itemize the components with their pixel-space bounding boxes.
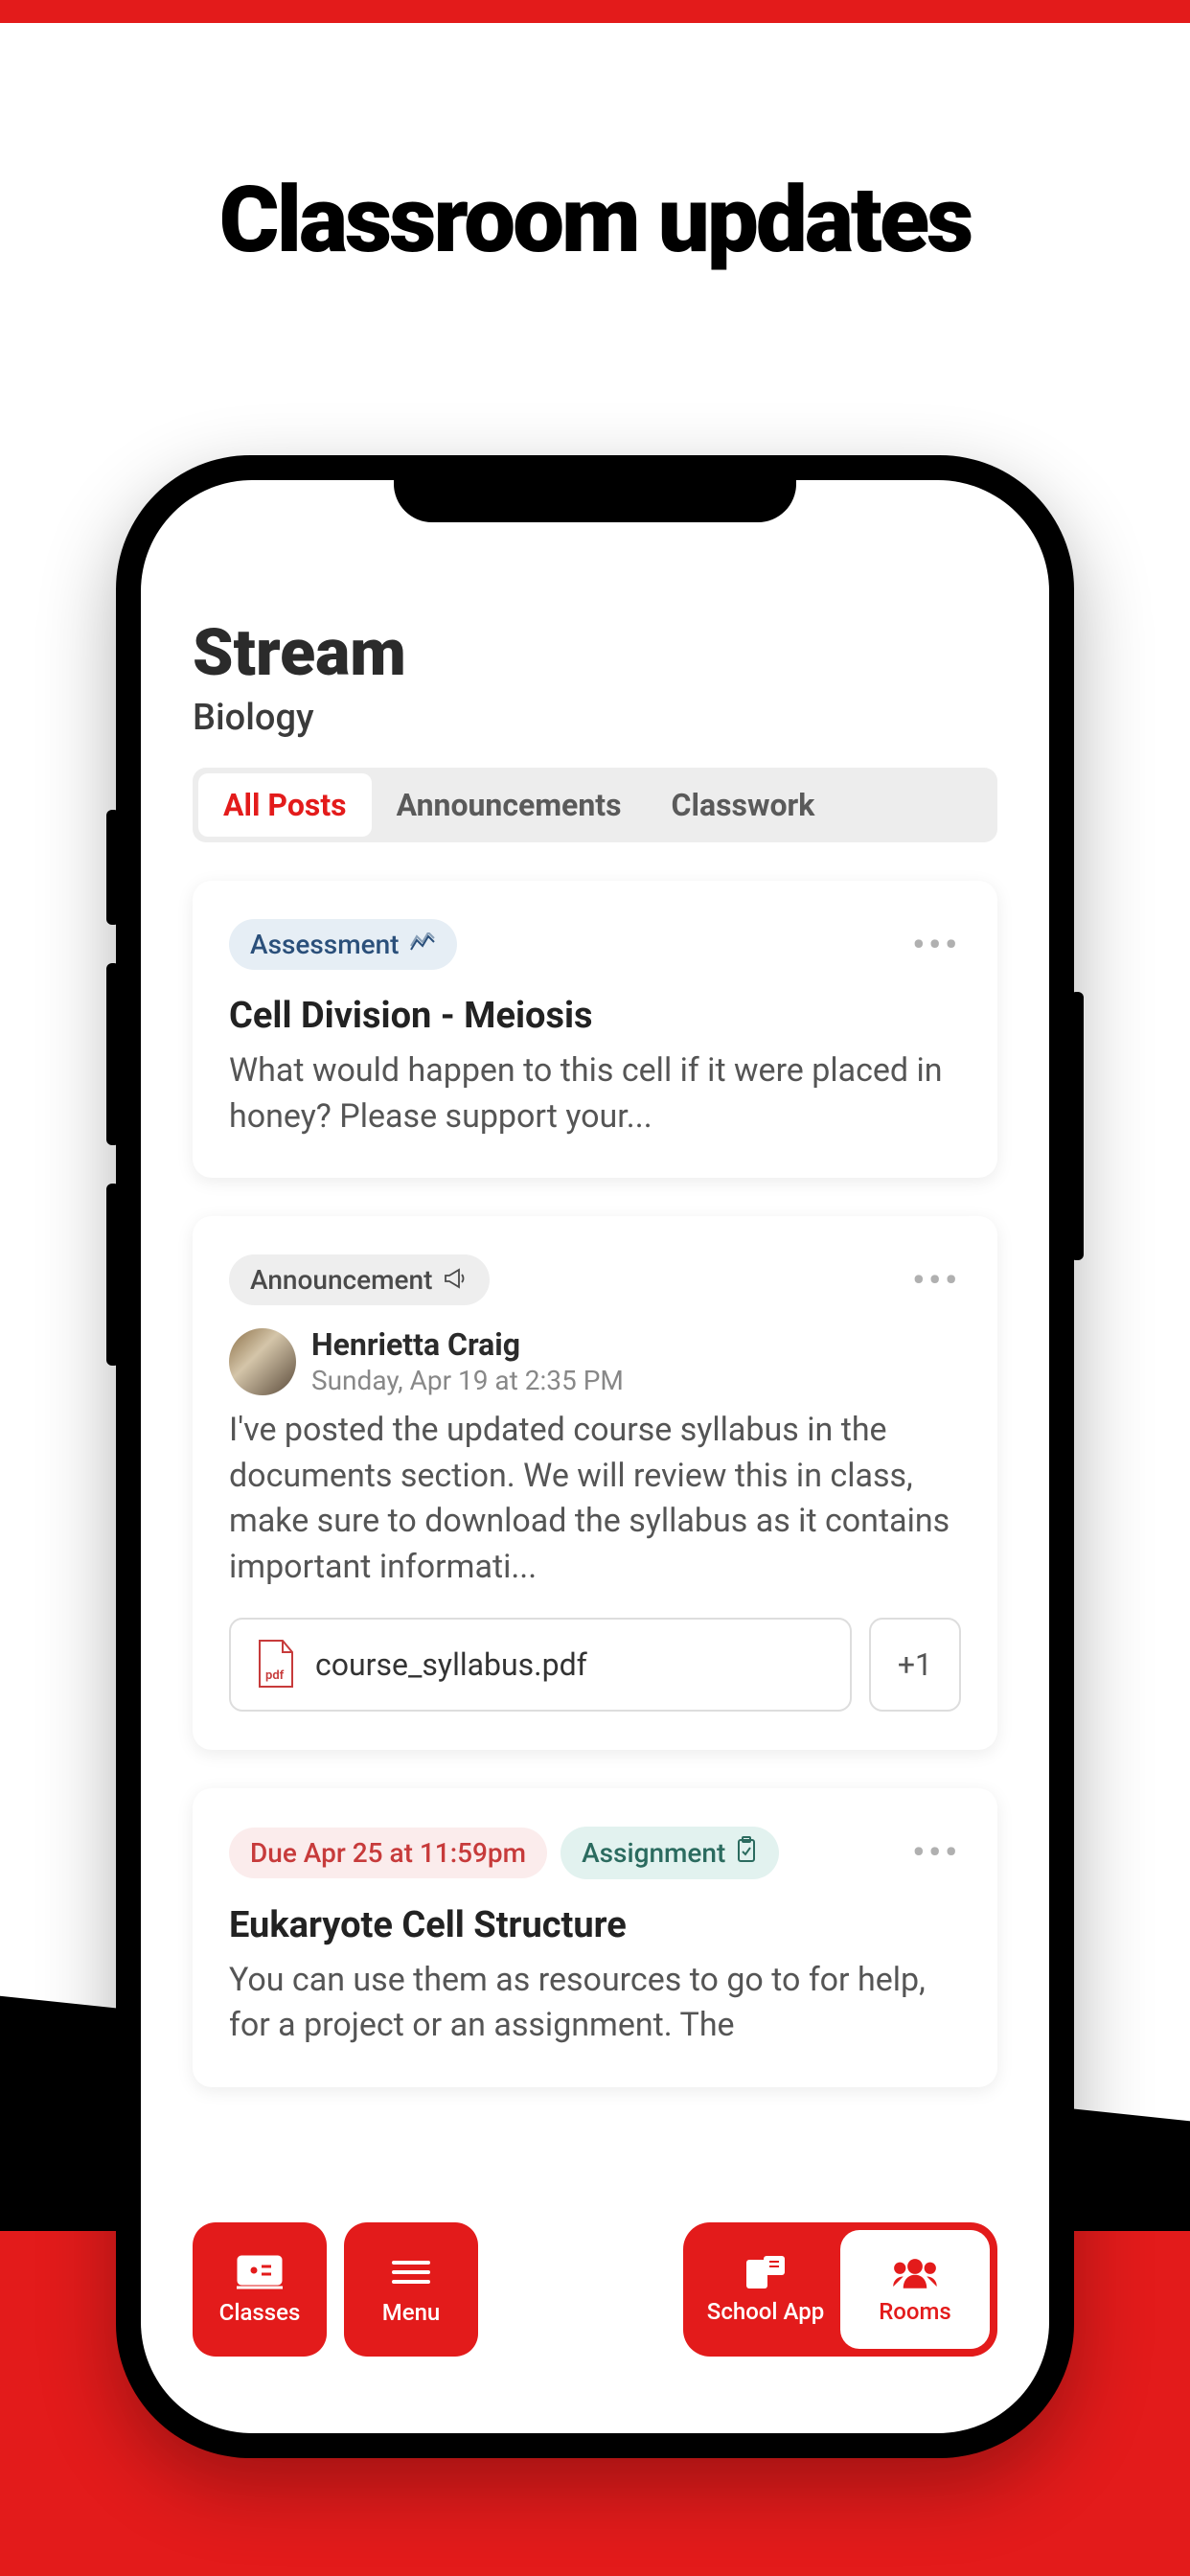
school-app-tab[interactable]: School App — [691, 2230, 840, 2349]
phone-mockup: Stream Biology All Posts Announcements C… — [116, 455, 1074, 2458]
author-name: Henrietta Craig — [311, 1326, 624, 1363]
nav-label: Menu — [382, 2299, 441, 2326]
tab-classwork[interactable]: Classwork — [647, 773, 840, 837]
due-date-pill: Due Apr 25 at 11:59pm — [229, 1828, 547, 1878]
post-title: Eukaryote Cell Structure — [229, 1904, 961, 1946]
nav-label: Rooms — [879, 2298, 951, 2325]
post-menu-button[interactable]: ••• — [912, 1260, 961, 1300]
clipboard-icon — [735, 1836, 758, 1870]
top-accent-bar — [0, 0, 1190, 23]
post-menu-button[interactable]: ••• — [912, 1832, 961, 1873]
post-menu-button[interactable]: ••• — [912, 925, 961, 965]
hamburger-icon — [384, 2253, 438, 2291]
post-timestamp: Sunday, Apr 19 at 2:35 PM — [311, 1365, 624, 1396]
megaphone-icon — [442, 1264, 469, 1296]
page-title: Stream — [193, 614, 997, 691]
rooms-tab[interactable]: Rooms — [840, 2230, 990, 2349]
author-avatar — [229, 1328, 296, 1395]
pdf-icon: pdf — [254, 1639, 296, 1690]
classes-icon — [233, 2253, 286, 2291]
svg-text:pdf: pdf — [265, 1668, 285, 1683]
assessment-icon — [409, 929, 436, 960]
post-title: Cell Division - Meiosis — [229, 995, 961, 1037]
chip-label: Assignment — [582, 1837, 725, 1869]
assessment-chip: Assessment — [229, 919, 457, 970]
post-card[interactable]: Assessment ••• Cell Division - Meiosis W… — [193, 881, 997, 1178]
more-attachments-button[interactable]: +1 — [869, 1618, 961, 1712]
post-body: What would happen to this cell if it wer… — [229, 1048, 961, 1139]
school-app-icon — [739, 2254, 792, 2292]
post-card[interactable]: Announcement ••• Henrietta Craig Sunday,… — [193, 1216, 997, 1749]
nav-label: Classes — [219, 2299, 301, 2326]
classes-button[interactable]: Classes — [193, 2222, 327, 2357]
announcement-chip: Announcement — [229, 1254, 490, 1305]
page-subtitle: Biology — [193, 697, 997, 739]
bottom-navigation: Classes Menu School App — [193, 2222, 997, 2357]
menu-button[interactable]: Menu — [344, 2222, 478, 2357]
nav-label: School App — [707, 2298, 824, 2325]
app-switcher: School App Rooms — [683, 2222, 997, 2357]
tab-all-posts[interactable]: All Posts — [198, 773, 372, 837]
assignment-chip: Assignment — [561, 1827, 779, 1879]
post-card[interactable]: Due Apr 25 at 11:59pm Assignment ••• Euk… — [193, 1788, 997, 2087]
filter-tabs: All Posts Announcements Classwork — [193, 768, 997, 842]
chip-label: Assessment — [250, 929, 400, 960]
more-count: +1 — [898, 1646, 932, 1683]
chip-label: Announcement — [250, 1264, 432, 1296]
hero-title: Classroom updates — [0, 167, 1190, 274]
attachment-name: course_syllabus.pdf — [315, 1646, 587, 1683]
post-body: I've posted the updated course syllabus … — [229, 1408, 961, 1590]
people-icon — [888, 2254, 942, 2292]
post-body: You can use them as resources to go to f… — [229, 1958, 961, 2049]
tab-announcements[interactable]: Announcements — [372, 773, 647, 837]
attachment-file[interactable]: pdf course_syllabus.pdf — [229, 1618, 852, 1712]
